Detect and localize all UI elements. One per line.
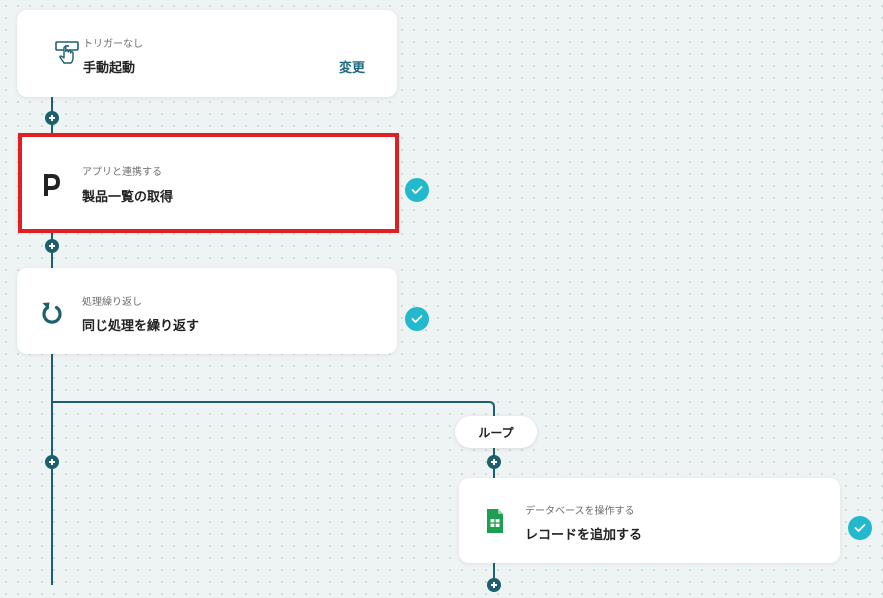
step-complete-check-icon — [405, 307, 429, 331]
step-card-add-record[interactable]: データベースを操作する レコードを追加する — [459, 478, 840, 563]
step-card-repeat[interactable]: 処理繰り返し 同じ処理を繰り返す — [17, 268, 397, 354]
loop-arrow-icon — [38, 298, 66, 326]
step-complete-check-icon — [848, 516, 872, 540]
connector-loop-branch — [52, 401, 495, 417]
step-subtitle: 処理繰り返し — [82, 297, 142, 308]
step-subtitle: データベースを操作する — [525, 506, 635, 517]
step-card-get-products[interactable]: アプリと連携する 製品一覧の取得 — [18, 135, 395, 230]
p-app-logo-icon — [38, 169, 66, 197]
add-step-button[interactable] — [45, 111, 59, 125]
step-title: 製品一覧の取得 — [82, 190, 174, 205]
flow-canvas: トリガーなし 手動起動 変更 アプリと連携する 製品一覧の取得 処理繰り返し 同… — [0, 0, 883, 598]
loop-label-text: ループ — [478, 425, 514, 440]
step-complete-check-icon — [405, 178, 429, 202]
google-sheets-icon — [481, 507, 509, 535]
add-loop-step-button[interactable] — [487, 455, 501, 469]
add-step-button[interactable] — [45, 455, 59, 469]
trigger-subtitle: トリガーなし — [83, 39, 143, 50]
change-trigger-button[interactable]: 変更 — [339, 57, 365, 76]
step-subtitle: アプリと連携する — [82, 167, 162, 178]
add-step-button[interactable] — [45, 239, 59, 253]
trigger-card[interactable]: トリガーなし 手動起動 変更 — [17, 10, 397, 97]
step-title: 同じ処理を繰り返す — [82, 319, 200, 334]
hand-pointer-icon — [53, 39, 81, 67]
loop-label: ループ — [455, 416, 537, 448]
trigger-title: 手動起動 — [83, 61, 136, 76]
step-title: レコードを追加する — [525, 528, 643, 543]
add-loop-step-button[interactable] — [487, 578, 501, 592]
